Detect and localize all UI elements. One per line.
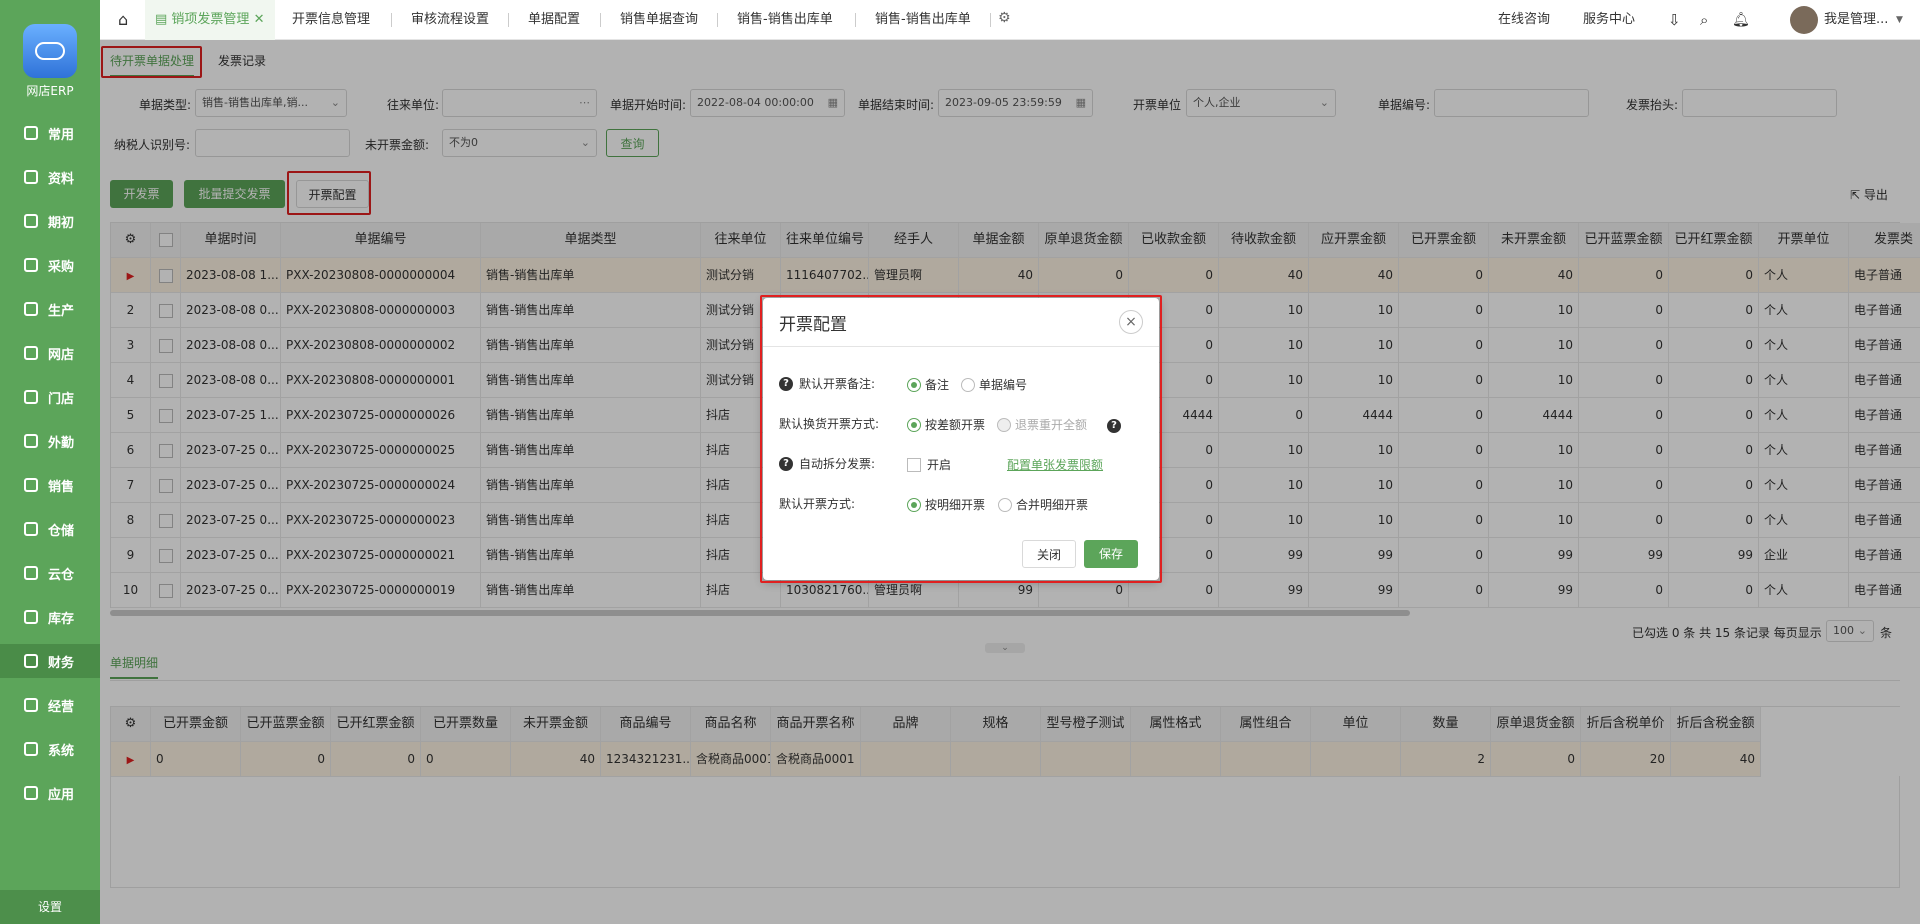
search-icon[interactable]: ⌕ (1700, 0, 1708, 40)
business-icon (24, 698, 38, 712)
user-name[interactable]: 我是管理... (1824, 0, 1888, 40)
sidebar-item[interactable]: 门店 (0, 380, 100, 414)
sidebar-item-label: 财务 (48, 655, 75, 671)
store-icon (24, 390, 38, 404)
avatar[interactable] (1790, 6, 1818, 34)
gear-icon (24, 742, 38, 756)
sidebar-item[interactable]: 网店 (0, 336, 100, 370)
app-logo[interactable] (23, 24, 77, 78)
tab-label: 销项发票管理 (171, 12, 250, 27)
sidebar-item-label: 经营 (48, 699, 75, 715)
sidebar-item-label: 云仓 (48, 567, 75, 583)
star-icon (24, 126, 38, 140)
tab-divider (600, 13, 601, 27)
service-center-link[interactable]: 服务中心 (1583, 0, 1635, 40)
sidebar-item-label: 期初 (48, 215, 75, 231)
sidebar-item-label: 采购 (48, 259, 75, 275)
settings-button[interactable]: 设置 (0, 890, 100, 924)
sidebar-item[interactable]: 销售 (0, 468, 100, 502)
sidebar-item-label: 仓储 (48, 523, 75, 539)
tab-divider (391, 13, 392, 27)
sidebar-item[interactable]: 系统 (0, 732, 100, 766)
tab-sales-outbound-1[interactable]: 销售-销售出库单 (737, 0, 833, 40)
cart-icon (24, 258, 38, 272)
clock-icon (24, 214, 38, 228)
close-icon[interactable]: ✕ (254, 12, 265, 27)
sidebar-item-label: 应用 (48, 787, 75, 803)
tab-sales-outbound-2[interactable]: 销售-销售出库单 (875, 0, 971, 40)
cloud-icon (24, 566, 38, 580)
location-icon (24, 434, 38, 448)
sidebar-item-label: 系统 (48, 743, 75, 759)
tab-divider (855, 13, 856, 27)
sidebar-item[interactable]: 常用 (0, 116, 100, 150)
tab-invoice-management[interactable]: ▤ 销项发票管理 ✕ (155, 0, 264, 40)
sidebar-item-label: 库存 (48, 611, 75, 627)
sidebar: 网店ERP 常用资料期初采购生产网店门店外勤销售仓储云仓库存财务经营系统应用 设… (0, 0, 100, 924)
download-icon[interactable]: ⇩ (1668, 0, 1681, 40)
tab-divider (508, 13, 509, 27)
sidebar-item[interactable]: 外勤 (0, 424, 100, 458)
warehouse-icon (24, 522, 38, 536)
home-icon[interactable]: ⌂ (118, 10, 128, 29)
sidebar-item[interactable]: 资料 (0, 160, 100, 194)
inventory-icon (24, 610, 38, 624)
tab-approval-settings[interactable]: 审核流程设置 (411, 0, 489, 40)
tab-divider (990, 13, 991, 27)
app-name: 网店ERP (26, 84, 74, 98)
sidebar-item-label: 门店 (48, 391, 75, 407)
sidebar-item-label: 资料 (48, 171, 75, 187)
bell-icon[interactable]: 🔔︎ (1732, 0, 1750, 40)
highlight-dialog (760, 295, 1162, 583)
sidebar-item[interactable]: 仓储 (0, 512, 100, 546)
chevron-down-icon[interactable]: ▼ (1896, 0, 1903, 40)
tab-doc-config[interactable]: 单据配置 (528, 0, 580, 40)
sidebar-item[interactable]: 应用 (0, 776, 100, 810)
shop-icon (24, 346, 38, 360)
gear-icon[interactable]: ⚙ (998, 10, 1011, 26)
factory-icon (24, 302, 38, 316)
tab-sales-query[interactable]: 销售单据查询 (620, 0, 698, 40)
finance-icon (24, 654, 38, 668)
plus-icon (24, 786, 38, 800)
sidebar-item[interactable]: 财务 (0, 644, 100, 678)
sidebar-item[interactable]: 云仓 (0, 556, 100, 590)
sidebar-item-label: 销售 (48, 479, 75, 495)
sidebar-item[interactable]: 库存 (0, 600, 100, 634)
sidebar-item[interactable]: 期初 (0, 204, 100, 238)
tab-invoice-info[interactable]: 开票信息管理 (292, 0, 370, 40)
sidebar-item-label: 生产 (48, 303, 75, 319)
sidebar-item[interactable]: 经营 (0, 688, 100, 722)
document-icon (24, 170, 38, 184)
cloud-icon (35, 42, 65, 60)
tab-divider (717, 13, 718, 27)
sidebar-item-label: 常用 (48, 127, 75, 143)
top-tab-bar: ⌂ ▤ 销项发票管理 ✕ 开票信息管理 审核流程设置 单据配置 销售单据查询 销… (100, 0, 1920, 40)
sidebar-item-label: 外勤 (48, 435, 75, 451)
online-consult-link[interactable]: 在线咨询 (1498, 0, 1550, 40)
document-icon: ▤ (155, 12, 172, 27)
chart-icon (24, 478, 38, 492)
sidebar-item-label: 网店 (48, 347, 75, 363)
sidebar-item[interactable]: 生产 (0, 292, 100, 326)
sidebar-item[interactable]: 采购 (0, 248, 100, 282)
